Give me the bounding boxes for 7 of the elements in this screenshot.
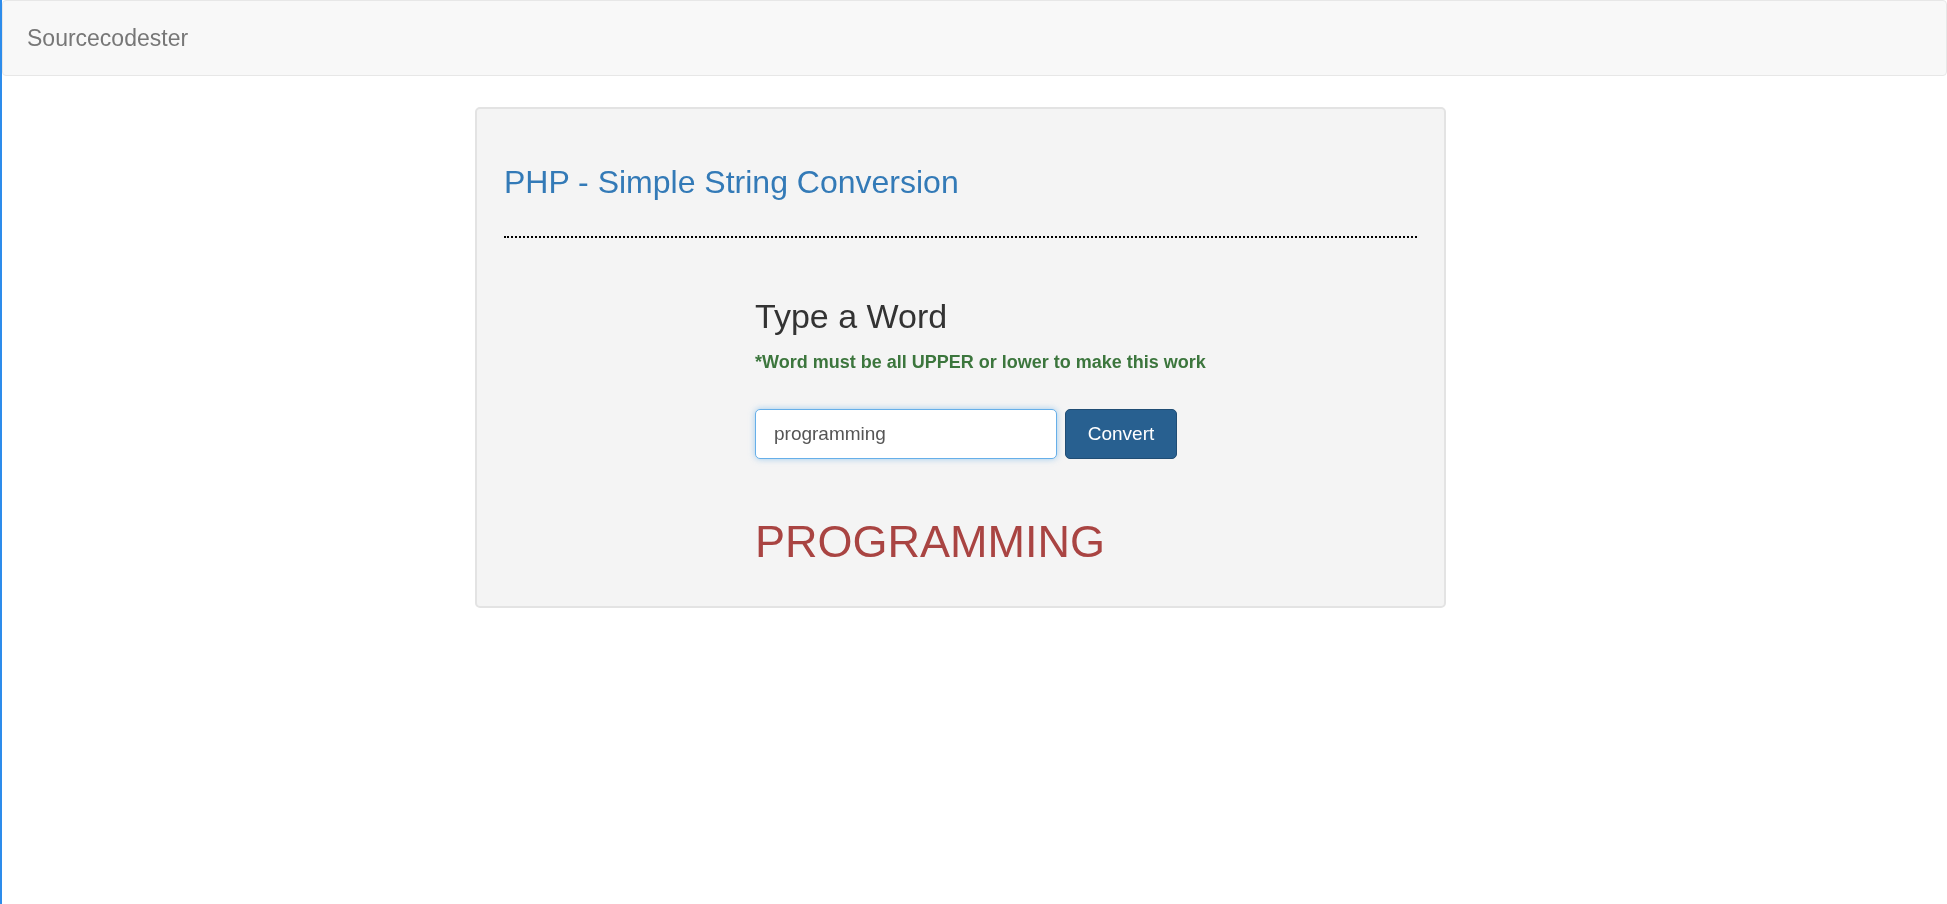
form-heading: Type a Word bbox=[755, 298, 949, 336]
brand-link[interactable]: Sourcecodester bbox=[27, 24, 189, 52]
convert-button[interactable]: Convert bbox=[1065, 408, 1177, 459]
word-input-field[interactable]: programming bbox=[755, 408, 1057, 459]
page-title: PHP - Simple String Conversion bbox=[504, 163, 960, 201]
result-text: PROGRAMMING bbox=[755, 516, 1106, 567]
hint-text: *Word must be all UPPER or lower to make this work bbox=[755, 351, 1207, 373]
